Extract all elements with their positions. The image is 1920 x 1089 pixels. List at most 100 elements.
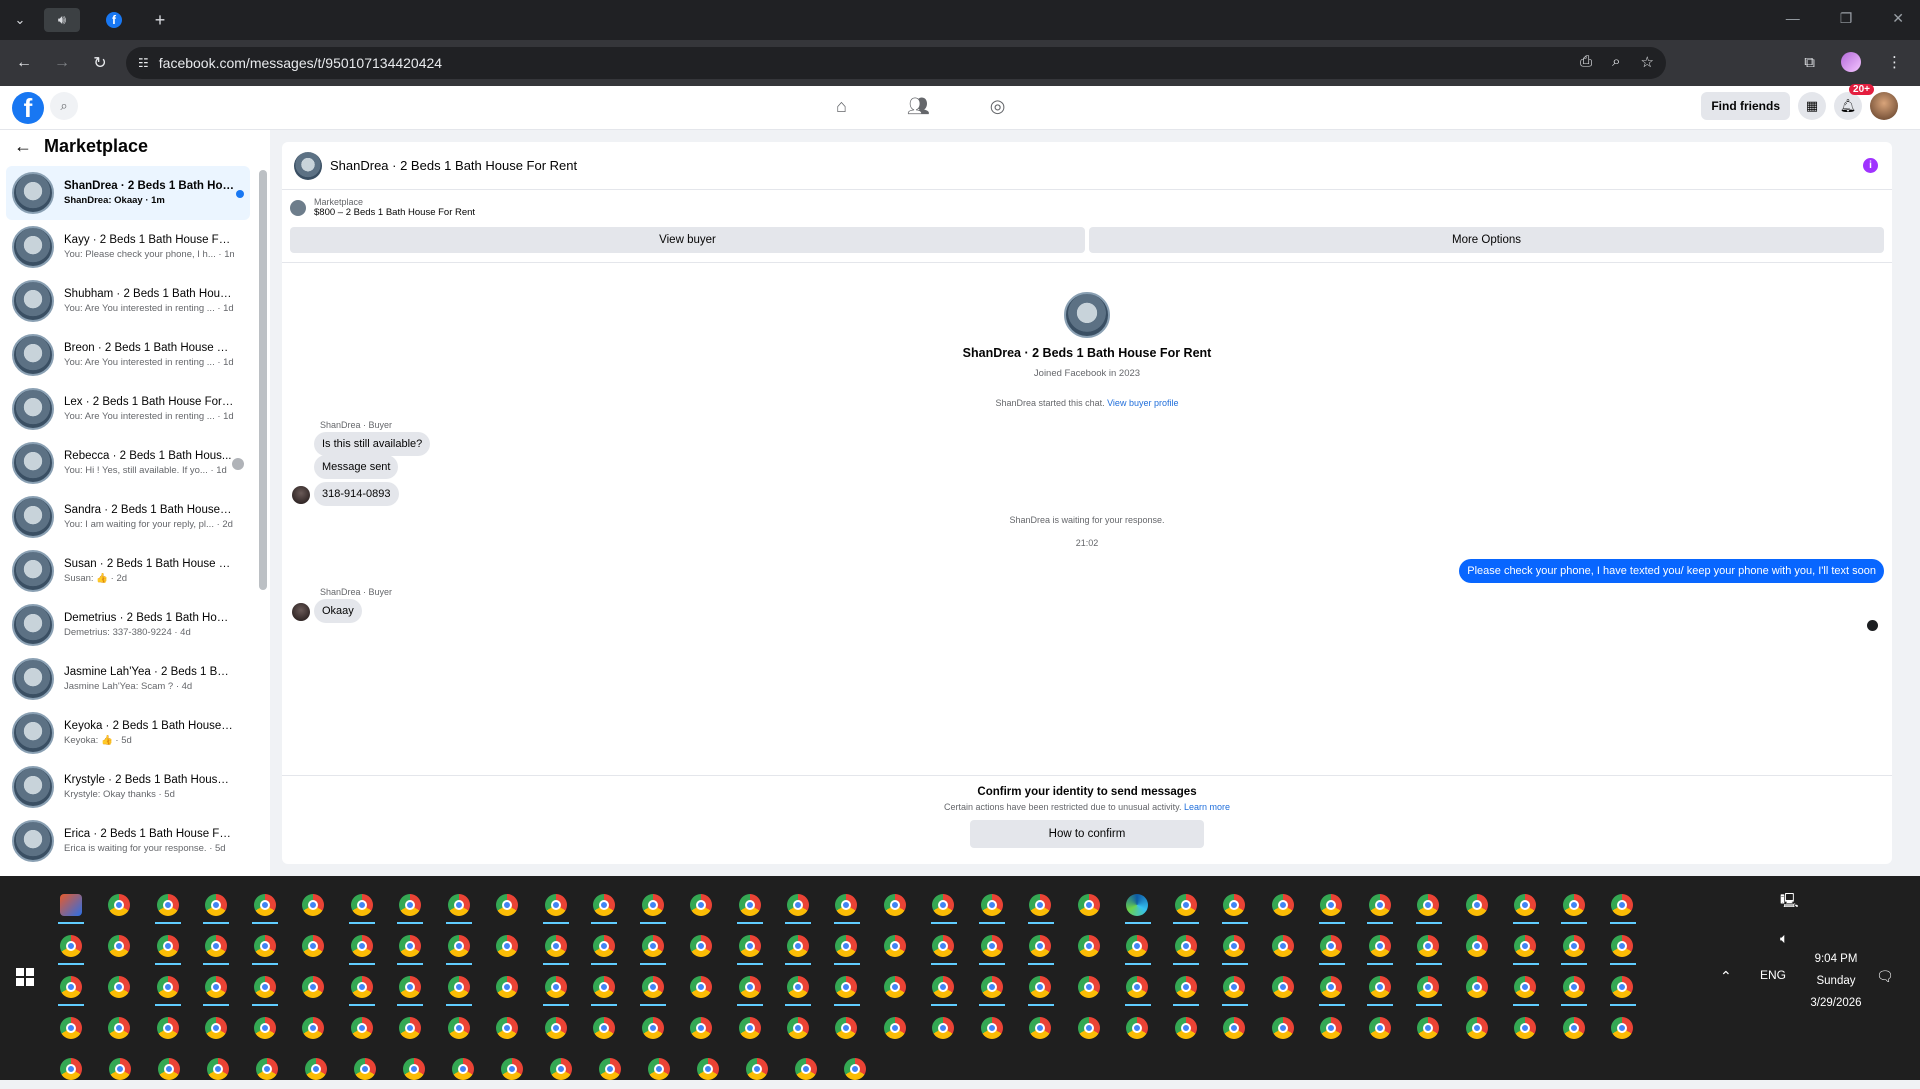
chrome-taskbar-button[interactable]	[541, 890, 570, 924]
chrome-taskbar-button[interactable]	[298, 972, 327, 1002]
reload-icon[interactable]: ↻	[86, 49, 114, 77]
chrome-taskbar-button[interactable]	[1365, 1013, 1394, 1043]
chrome-taskbar-button[interactable]	[1365, 972, 1394, 1006]
chrome-taskbar-button[interactable]	[686, 972, 715, 1002]
chrome-taskbar-button[interactable]	[298, 931, 327, 961]
chrome-taskbar-button[interactable]	[783, 931, 812, 965]
chrome-taskbar-button[interactable]	[644, 1054, 674, 1084]
chrome-taskbar-button[interactable]	[395, 1013, 424, 1043]
chrome-taskbar-button[interactable]	[347, 972, 376, 1006]
chrome-taskbar-button[interactable]	[1220, 931, 1249, 965]
chrome-taskbar-button[interactable]	[154, 1054, 184, 1084]
chrome-taskbar-button[interactable]	[589, 931, 618, 965]
chrome-taskbar-button[interactable]	[783, 972, 812, 1006]
install-app-icon[interactable]: ⎙	[1580, 53, 1592, 71]
chrome-taskbar-button[interactable]	[395, 972, 424, 1006]
conversation-item[interactable]: Breon · 2 Beds 1 Bath House Fo... You: Ar…	[6, 328, 250, 382]
new-tab-plus-icon[interactable]: +	[148, 8, 172, 32]
chrome-taskbar-button[interactable]	[1026, 931, 1055, 965]
chrome-taskbar-button[interactable]	[686, 1013, 715, 1043]
chrome-taskbar-button[interactable]	[1559, 1013, 1588, 1043]
chrome-taskbar-button[interactable]	[693, 1054, 723, 1084]
chrome-taskbar-button[interactable]	[104, 931, 133, 961]
chrome-taskbar-button[interactable]	[1608, 890, 1637, 924]
chrome-taskbar-button[interactable]	[880, 972, 909, 1002]
sender-avatar[interactable]	[292, 603, 310, 621]
chrome-taskbar-button[interactable]	[104, 1013, 133, 1043]
conversation-item[interactable]: Sandra · 2 Beds 1 Bath House F... You: I …	[6, 490, 250, 544]
chrome-taskbar-button[interactable]	[1220, 972, 1249, 1006]
network-icon[interactable]: 🖳︎	[1780, 890, 1799, 914]
address-bar[interactable]: ☷ facebook.com/messages/t/95010713442042…	[126, 47, 1666, 79]
chrome-taskbar-button[interactable]	[735, 890, 764, 924]
chrome-taskbar-button[interactable]	[929, 931, 958, 965]
chrome-taskbar-button[interactable]	[252, 1054, 282, 1084]
chrome-taskbar-button[interactable]	[153, 972, 182, 1006]
clock[interactable]: 9:04 PM Sunday 3/29/2026	[1796, 948, 1876, 1014]
chat-title[interactable]: ShanDrea · 2 Beds 1 Bath House For Rent	[330, 158, 577, 173]
chrome-taskbar-button[interactable]	[929, 1013, 958, 1043]
chrome-taskbar-button[interactable]	[832, 972, 861, 1006]
chrome-taskbar-button[interactable]	[1317, 931, 1346, 965]
chrome-taskbar-button[interactable]	[250, 972, 279, 1006]
chrome-taskbar-button[interactable]	[201, 972, 230, 1006]
facebook-search-icon[interactable]: ⌕	[50, 92, 78, 120]
chrome-taskbar-button[interactable]	[350, 1054, 380, 1084]
chrome-taskbar-button[interactable]	[1608, 972, 1637, 1006]
chrome-taskbar-button[interactable]	[880, 1013, 909, 1043]
chrome-taskbar-button[interactable]	[1559, 890, 1588, 924]
chrome-taskbar-button[interactable]	[250, 890, 279, 924]
chrome-taskbar-button[interactable]	[56, 1013, 85, 1043]
chrome-taskbar-button[interactable]	[735, 972, 764, 1006]
conversation-item[interactable]: Kayy · 2 Beds 1 Bath House For ... You: P…	[6, 220, 250, 274]
pinned-app-icon[interactable]	[56, 890, 85, 924]
chrome-taskbar-button[interactable]	[546, 1054, 576, 1084]
chrome-taskbar-button[interactable]	[153, 931, 182, 965]
sidebar-scrollbar[interactable]	[259, 170, 267, 590]
chrome-taskbar-button[interactable]	[153, 890, 182, 924]
chrome-taskbar-button[interactable]	[977, 1013, 1006, 1043]
chrome-taskbar-button[interactable]	[880, 890, 909, 920]
how-to-confirm-button[interactable]: How to confirm	[970, 820, 1204, 848]
close-icon[interactable]: ✕	[1892, 10, 1904, 27]
chrome-taskbar-button[interactable]	[399, 1054, 429, 1084]
chrome-taskbar-button[interactable]	[492, 1013, 521, 1043]
chrome-taskbar-button[interactable]	[444, 890, 473, 924]
facebook-tab[interactable]: f	[94, 8, 134, 32]
edge-browser-taskbar-button[interactable]	[1123, 890, 1152, 924]
chrome-taskbar-button[interactable]	[56, 972, 85, 1006]
chrome-taskbar-button[interactable]	[203, 1054, 233, 1084]
volume-icon[interactable]: 🔈︎	[1780, 930, 1788, 947]
chrome-taskbar-button[interactable]	[638, 931, 667, 965]
chrome-taskbar-button[interactable]	[1317, 890, 1346, 924]
notification-center-icon[interactable]: 🗨︎	[1876, 968, 1894, 985]
chrome-taskbar-button[interactable]	[783, 1013, 812, 1043]
conversation-item[interactable]: Keyoka · 2 Beds 1 Bath House F... Keyoka:…	[6, 706, 250, 760]
chrome-taskbar-button[interactable]	[56, 1054, 86, 1084]
chrome-taskbar-button[interactable]	[298, 890, 327, 920]
chrome-taskbar-button[interactable]	[1511, 972, 1540, 1006]
learn-more-link[interactable]: Learn more	[1184, 802, 1230, 812]
language-indicator[interactable]: ENG	[1760, 968, 1786, 982]
chrome-taskbar-button[interactable]	[1559, 931, 1588, 965]
chrome-taskbar-button[interactable]	[1462, 972, 1491, 1002]
chrome-taskbar-button[interactable]	[1365, 890, 1394, 924]
chrome-taskbar-button[interactable]	[541, 931, 570, 965]
chrome-taskbar-button[interactable]	[1511, 890, 1540, 924]
chrome-taskbar-button[interactable]	[395, 931, 424, 965]
chrome-taskbar-button[interactable]	[201, 1013, 230, 1043]
chrome-taskbar-button[interactable]	[1511, 931, 1540, 965]
conversation-item[interactable]: Jasmine Lah'Yea · 2 Beds 1 Bath ... Jasmi…	[6, 652, 250, 706]
conversation-item[interactable]: Demetrius · 2 Beds 1 Bath Hous... Demetri…	[6, 598, 250, 652]
chrome-taskbar-button[interactable]	[497, 1054, 527, 1084]
chrome-taskbar-button[interactable]	[444, 972, 473, 1006]
chrome-taskbar-button[interactable]	[1608, 1013, 1637, 1043]
chrome-taskbar-button[interactable]	[1026, 890, 1055, 924]
chrome-taskbar-button[interactable]	[1414, 972, 1443, 1006]
conversation-item[interactable]: Shubham · 2 Beds 1 Bath House... You: Are…	[6, 274, 250, 328]
message-bubble[interactable]: Okaay	[314, 599, 362, 623]
windows-start-icon[interactable]	[16, 968, 34, 986]
view-buyer-profile-link[interactable]: View buyer profile	[1107, 398, 1178, 408]
chrome-taskbar-button[interactable]	[1317, 972, 1346, 1006]
chrome-taskbar-button[interactable]	[977, 931, 1006, 965]
